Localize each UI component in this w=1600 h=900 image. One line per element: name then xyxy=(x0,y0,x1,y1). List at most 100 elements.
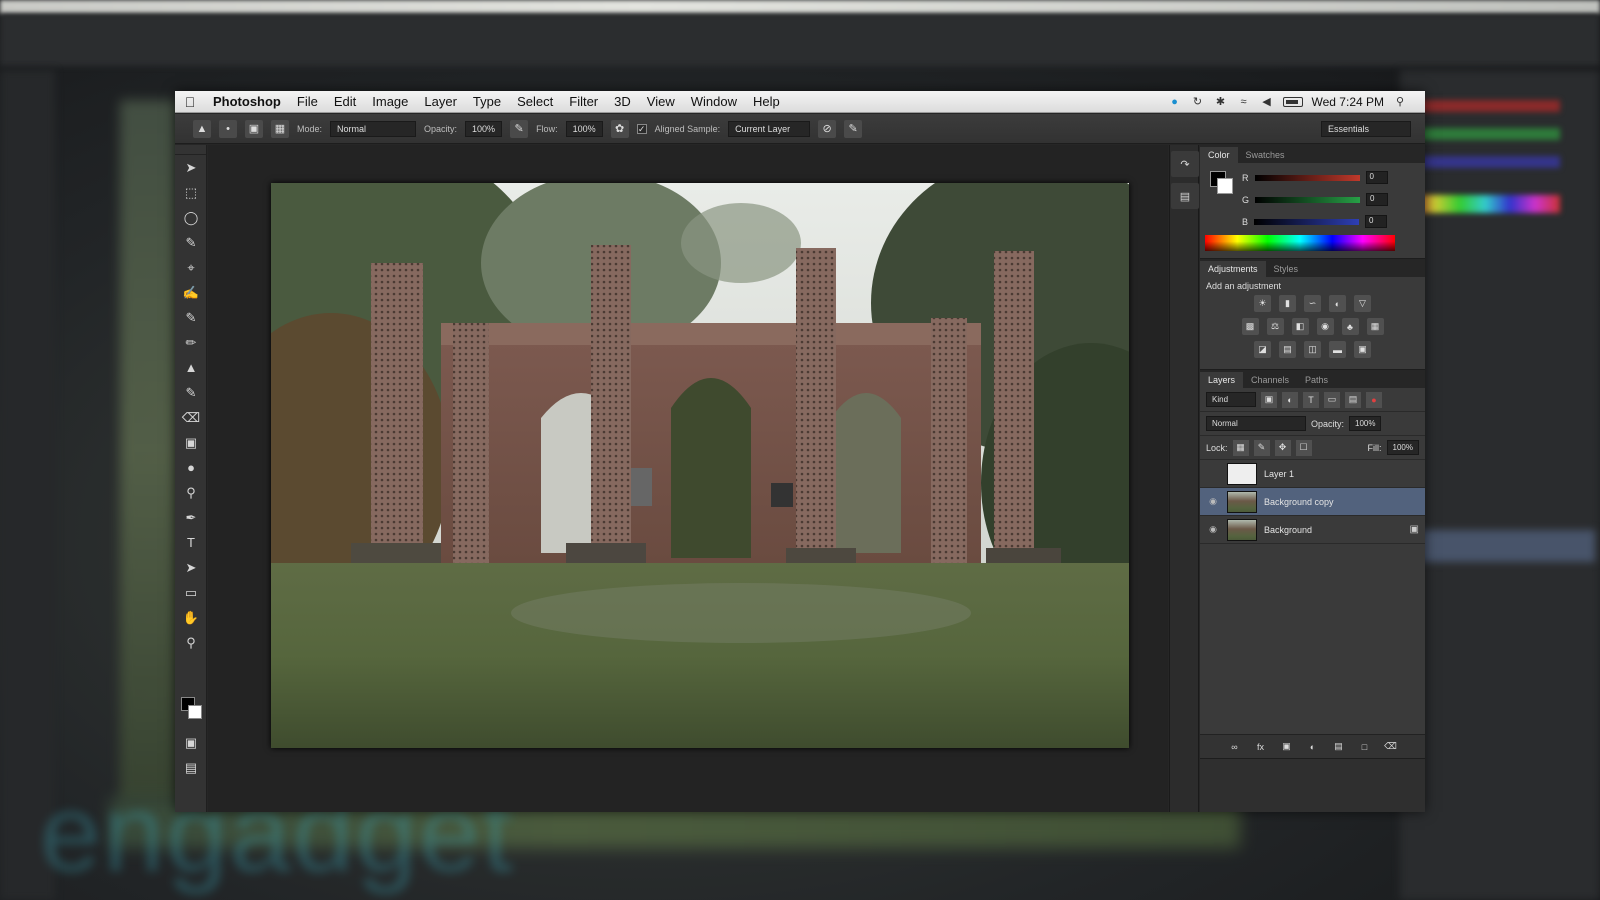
tab-channels[interactable]: Channels xyxy=(1243,372,1297,388)
brush-tool-icon[interactable]: ✏ xyxy=(175,330,207,355)
layer-name[interactable]: Background copy xyxy=(1264,497,1334,507)
workspace-select[interactable]: Essentials xyxy=(1321,120,1411,137)
eraser-tool-icon[interactable]: ⌫ xyxy=(175,405,207,430)
new-adjustment-icon[interactable]: ◐ xyxy=(1305,739,1321,755)
wifi-icon[interactable]: ≈ xyxy=(1237,96,1251,108)
layer-row-background-copy[interactable]: ◉ Background copy xyxy=(1200,488,1425,516)
color-balance-icon[interactable]: ⚖ xyxy=(1266,318,1284,335)
spotlight-search-icon[interactable]: ⚲ xyxy=(1393,96,1407,108)
menu-edit[interactable]: Edit xyxy=(326,94,364,109)
menu-window[interactable]: Window xyxy=(683,94,745,109)
layer-row-background[interactable]: ◉ Background ▣ xyxy=(1200,516,1425,544)
color-background-swatch[interactable] xyxy=(1217,178,1233,194)
slider-r-track[interactable] xyxy=(1254,174,1360,181)
path-select-tool-icon[interactable]: ➤ xyxy=(175,555,207,580)
filter-pixel-icon[interactable]: ▣ xyxy=(1261,391,1277,408)
hue-saturation-icon[interactable]: ▩ xyxy=(1241,318,1259,335)
slider-b-value[interactable]: 0 xyxy=(1365,215,1388,228)
photo-filter-icon[interactable]: ◉ xyxy=(1316,318,1334,335)
curves-icon[interactable]: ∽ xyxy=(1304,295,1321,312)
color-spectrum[interactable] xyxy=(1205,235,1395,251)
tab-swatches[interactable]: Swatches xyxy=(1238,147,1293,163)
tab-color[interactable]: Color xyxy=(1200,147,1238,163)
slider-g[interactable]: G 0 xyxy=(1242,193,1389,206)
canvas-area[interactable] xyxy=(208,145,1168,812)
move-tool-icon[interactable]: ➤ xyxy=(175,155,207,180)
slider-r-value[interactable]: 0 xyxy=(1365,171,1388,184)
menu-app-name[interactable]: Photoshop xyxy=(205,94,289,109)
filter-smart-icon[interactable]: ▤ xyxy=(1345,391,1361,408)
layer-style-icon[interactable]: fx xyxy=(1253,739,1269,755)
menu-select[interactable]: Select xyxy=(509,94,561,109)
posterize-icon[interactable]: ▤ xyxy=(1279,341,1296,358)
background-color-swatch[interactable] xyxy=(188,705,202,719)
pen-tool-icon[interactable]: ✒ xyxy=(175,505,207,530)
menu-type[interactable]: Type xyxy=(465,94,509,109)
levels-icon[interactable]: ▮ xyxy=(1279,295,1296,312)
new-group-icon[interactable]: ▤ xyxy=(1331,739,1347,755)
shape-tool-icon[interactable]: ▭ xyxy=(175,580,207,605)
threshold-icon[interactable]: ◫ xyxy=(1304,341,1321,358)
menu-view[interactable]: View xyxy=(639,94,683,109)
marquee-tool-icon[interactable]: ⬚ xyxy=(175,180,207,205)
history-panel-icon[interactable]: ↷ xyxy=(1171,151,1199,177)
flow-input[interactable]: 100% xyxy=(565,120,603,137)
menu-help[interactable]: Help xyxy=(745,94,788,109)
bluetooth-icon[interactable]: ✱ xyxy=(1214,96,1228,108)
blur-tool-icon[interactable]: ● xyxy=(175,455,207,480)
black-white-icon[interactable]: ◧ xyxy=(1291,318,1309,335)
lock-pixels-icon[interactable]: ▦ xyxy=(1232,439,1249,456)
menu-file[interactable]: File xyxy=(289,94,326,109)
exposure-icon[interactable]: ◐ xyxy=(1329,295,1346,312)
properties-panel-icon[interactable]: ▤ xyxy=(1171,183,1199,209)
layer-row-layer-1[interactable]: Layer 1 xyxy=(1200,460,1425,488)
brush-panel-icon[interactable]: ▣ xyxy=(245,119,263,138)
menu-image[interactable]: Image xyxy=(364,94,416,109)
type-tool-icon[interactable]: T xyxy=(175,530,207,555)
layer-kind-select[interactable]: Kind xyxy=(1206,392,1256,407)
eye-icon[interactable]: ◉ xyxy=(1206,524,1220,535)
menu-filter[interactable]: Filter xyxy=(561,94,606,109)
lock-paint-icon[interactable]: ✎ xyxy=(1253,439,1270,456)
dodge-tool-icon[interactable]: ⚲ xyxy=(175,480,207,505)
aligned-checkbox[interactable]: ✓ xyxy=(636,123,647,134)
channel-mixer-icon[interactable]: ♣ xyxy=(1341,318,1359,335)
ignore-adjustment-layers-icon[interactable]: ⊘ xyxy=(818,119,837,138)
eye-icon[interactable]: ◉ xyxy=(1206,496,1220,507)
new-layer-icon[interactable]: □ xyxy=(1357,739,1373,755)
pressure-size-icon[interactable]: ✎ xyxy=(844,119,863,138)
quick-select-tool-icon[interactable]: ✎ xyxy=(175,230,207,255)
skype-icon[interactable]: ● xyxy=(1168,96,1182,108)
crop-tool-icon[interactable]: ⌖ xyxy=(175,255,207,280)
tab-layers[interactable]: Layers xyxy=(1200,372,1244,388)
invert-icon[interactable]: ◪ xyxy=(1254,341,1271,358)
brightness-contrast-icon[interactable]: ☀ xyxy=(1254,295,1271,312)
trash-icon[interactable]: ⌫ xyxy=(1383,739,1399,755)
lock-all-icon[interactable]: ☐ xyxy=(1295,439,1312,456)
blend-mode-select[interactable]: Normal xyxy=(1206,416,1306,431)
clone-source-icon[interactable]: ▦ xyxy=(271,119,289,138)
opacity-input[interactable]: 100% xyxy=(465,120,503,137)
sample-select[interactable]: Current Layer xyxy=(728,120,811,137)
lock-position-icon[interactable]: ✥ xyxy=(1274,439,1291,456)
filter-toggle-icon[interactable]: ● xyxy=(1366,391,1382,408)
slider-b[interactable]: B 0 xyxy=(1242,215,1388,228)
volume-icon[interactable]: ◀ xyxy=(1260,96,1274,108)
color-lookup-icon[interactable]: ▦ xyxy=(1366,318,1384,335)
gradient-map-icon[interactable]: ▬ xyxy=(1329,341,1346,358)
hand-tool-icon[interactable]: ✋ xyxy=(175,605,207,630)
filter-adjustment-icon[interactable]: ◐ xyxy=(1282,391,1298,408)
airbrush-icon[interactable]: ✿ xyxy=(610,119,629,138)
tab-adjustments[interactable]: Adjustments xyxy=(1200,261,1266,277)
tab-styles[interactable]: Styles xyxy=(1266,261,1307,277)
clone-stamp-preset-icon[interactable]: ▲ xyxy=(193,119,211,138)
layer-name[interactable]: Layer 1 xyxy=(1264,469,1294,479)
healing-brush-tool-icon[interactable]: ✎ xyxy=(175,305,207,330)
screen-mode-icon[interactable]: ▤ xyxy=(175,755,207,780)
layer-opacity-input[interactable]: 100% xyxy=(1349,416,1382,431)
add-mask-icon[interactable]: ▣ xyxy=(1279,739,1295,755)
filter-shape-icon[interactable]: ▭ xyxy=(1324,391,1340,408)
quick-mask-icon[interactable]: ▣ xyxy=(175,730,207,755)
clone-stamp-tool-icon[interactable]: ▲ xyxy=(175,355,207,380)
apple-icon[interactable]:  xyxy=(175,94,205,110)
